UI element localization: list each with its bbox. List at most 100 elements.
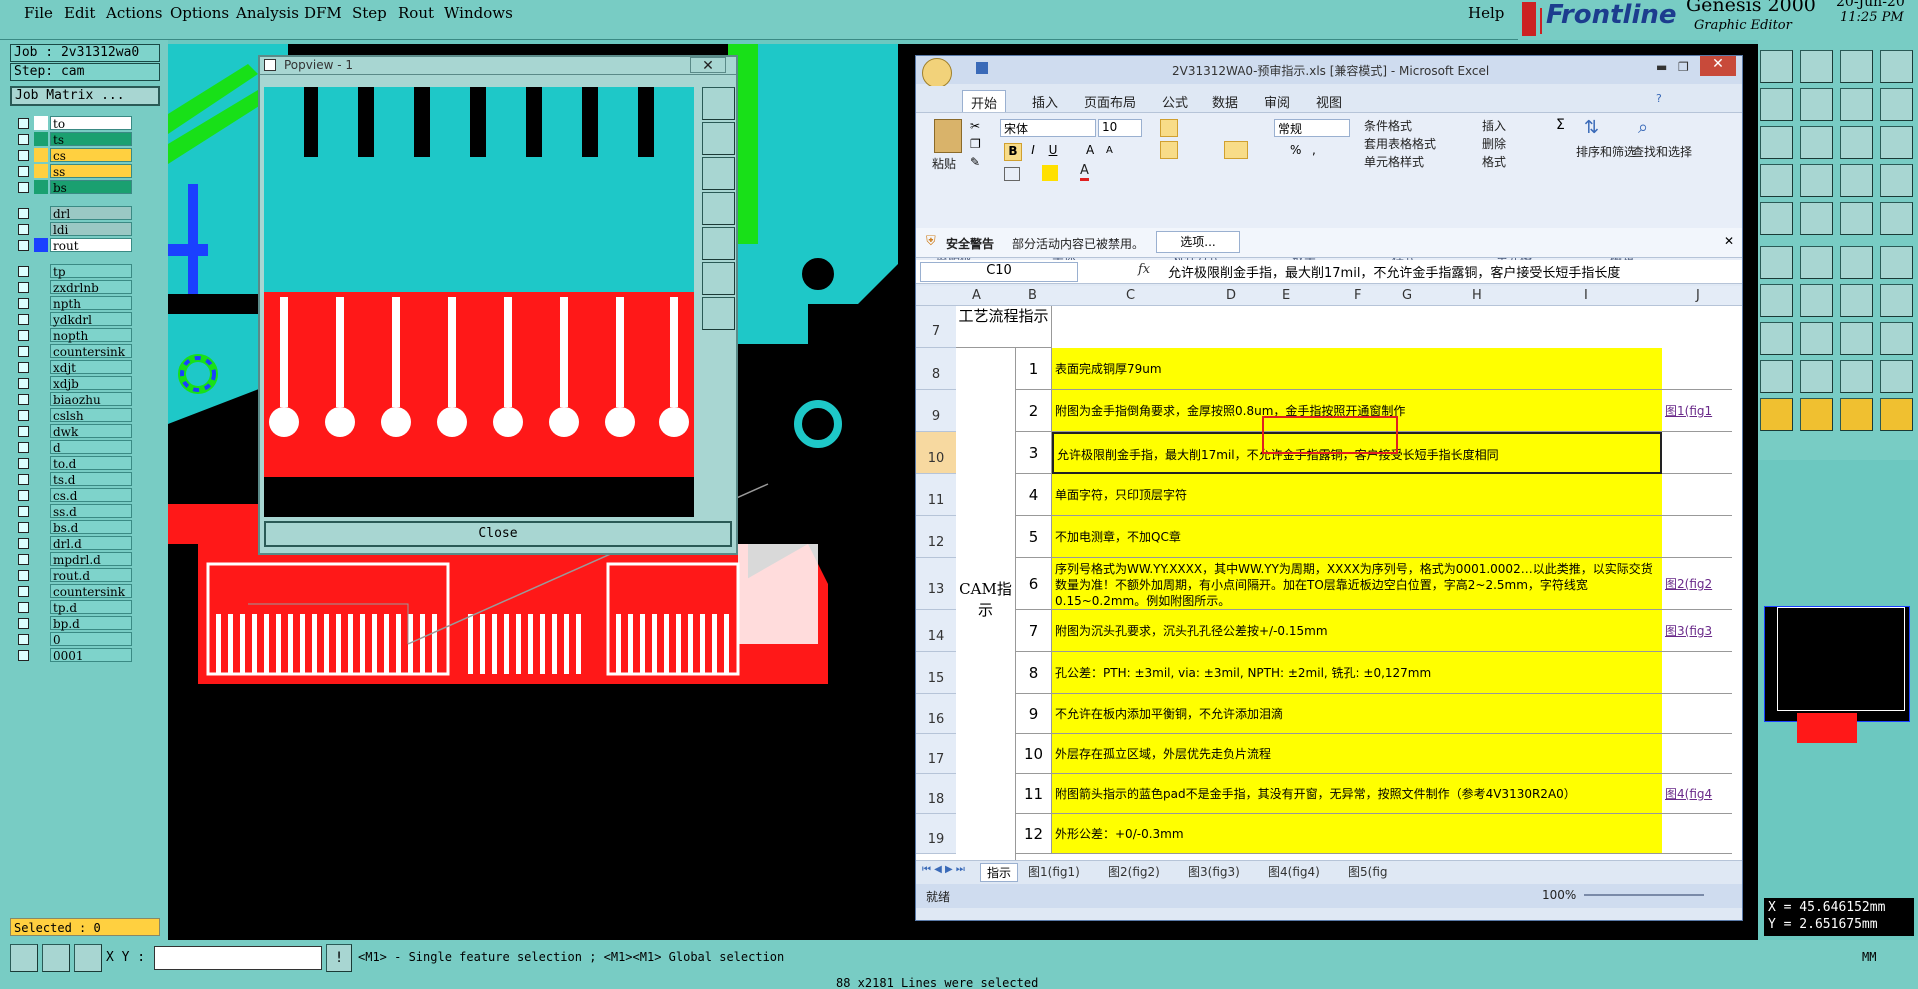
gear-icon[interactable]	[1760, 164, 1793, 197]
align-left-icon[interactable]	[1160, 141, 1178, 159]
name-box[interactable]: C10	[920, 262, 1078, 282]
pan-right-icon[interactable]	[702, 227, 735, 260]
layer-row[interactable]: d	[14, 440, 132, 455]
layer-row[interactable]: tp.d	[14, 600, 132, 615]
arc-icon[interactable]	[1880, 246, 1913, 279]
layer-row[interactable]: drl.d	[14, 536, 132, 551]
redo-icon[interactable]	[1840, 88, 1873, 121]
menu-options[interactable]: Options	[170, 4, 229, 22]
layer-checkbox[interactable]	[18, 150, 29, 161]
col-header-f[interactable]: F	[1354, 288, 1361, 303]
align-middle-icon[interactable]	[1180, 119, 1198, 137]
layer-checkbox[interactable]	[18, 602, 29, 613]
find-select-icon[interactable]: ⌕	[1638, 117, 1648, 138]
col-header-d[interactable]: D	[1226, 288, 1236, 303]
home-icon[interactable]	[1840, 50, 1873, 83]
center-icon[interactable]	[702, 262, 735, 295]
layer-checkbox[interactable]	[18, 282, 29, 293]
step-number-cell[interactable]: 8	[1016, 652, 1052, 694]
comma-icon[interactable]: ,	[1312, 143, 1316, 157]
layer-checkbox[interactable]	[18, 362, 29, 373]
menu-dfm[interactable]: DFM	[304, 4, 342, 22]
job-matrix-button[interactable]: Job Matrix ...	[10, 86, 160, 106]
instruction-cell[interactable]: 序列号格式为WW.YY.XXXX，其中WW.YY为周期，XXXX为序列号，格式为…	[1052, 558, 1662, 610]
layer-row[interactable]: nopth	[14, 328, 132, 343]
pointer-icon[interactable]	[1760, 398, 1793, 431]
snap-icon[interactable]	[10, 944, 38, 972]
underline-icon[interactable]: U	[1044, 143, 1062, 157]
move-icon[interactable]	[1880, 398, 1913, 431]
menu-help[interactable]: Help	[1468, 4, 1504, 22]
step-number-cell[interactable]: 9	[1016, 694, 1052, 734]
layer-checkbox[interactable]	[18, 378, 29, 389]
figure-link-cell[interactable]	[1662, 432, 1732, 474]
layer-checkbox[interactable]	[18, 182, 29, 193]
row-header[interactable]: 8	[916, 348, 956, 390]
format-as-table-button[interactable]: 套用表格格式	[1364, 135, 1436, 152]
col-header-j[interactable]: J	[1696, 288, 1700, 303]
grid-icon[interactable]	[74, 944, 102, 972]
row-header-7[interactable]: 7	[916, 306, 956, 348]
zoom-in-icon[interactable]	[702, 122, 735, 155]
layer-checkbox[interactable]	[18, 240, 29, 251]
layer-row[interactable]: ydkdrl	[14, 312, 132, 327]
close-icon[interactable]: ✕	[690, 57, 726, 74]
restore-icon[interactable]: ❐	[1678, 60, 1689, 74]
angle-icon[interactable]	[1760, 284, 1793, 317]
layer-row[interactable]: countersink	[14, 584, 132, 599]
instruction-cell[interactable]: 附图为沉头孔要求，沉头孔孔径公差按+/-0.15mm	[1052, 610, 1662, 652]
layer-checkbox[interactable]	[18, 134, 29, 145]
pan-left-icon[interactable]	[702, 192, 735, 225]
layer-row[interactable]: rout	[14, 238, 132, 253]
route-icon[interactable]	[1840, 322, 1873, 355]
layer-checkbox[interactable]	[18, 166, 29, 177]
rotate-icon[interactable]	[1840, 284, 1873, 317]
popview-close-button[interactable]: Close	[264, 521, 732, 547]
instruction-cell[interactable]: 孔公差：PTH: ±3mil, via: ±3mil, NPTH: ±2mil,…	[1052, 652, 1662, 694]
layer-row[interactable]: ldi	[14, 222, 132, 237]
instruction-cell[interactable]: 单面字符，只印顶层字符	[1052, 474, 1662, 516]
sheet-tab-4[interactable]: 图4(fig4)	[1268, 863, 1320, 880]
tab-insert[interactable]: 插入	[1032, 92, 1058, 111]
format-painter-icon[interactable]: ✎	[970, 155, 980, 169]
layer-row[interactable]: 0001	[14, 648, 132, 663]
step-number-cell[interactable]: 5	[1016, 516, 1052, 558]
worksheet-grid[interactable]: A B C D E F G H I J 7 工艺流程指示 CAM指示 8 1 表面完…	[916, 286, 1742, 860]
layer-checkbox[interactable]	[18, 506, 29, 517]
step-number-cell[interactable]: 4	[1016, 474, 1052, 516]
layer-checkbox[interactable]	[18, 330, 29, 341]
step-number-cell[interactable]: 11	[1016, 774, 1052, 814]
col-header-i[interactable]: I	[1584, 288, 1588, 303]
move-icon[interactable]	[702, 297, 735, 330]
sheet-tab-0[interactable]: 指示	[980, 863, 1019, 882]
layer-checkbox[interactable]	[18, 490, 29, 501]
instruction-cell[interactable]: 表面完成铜厚79um	[1052, 348, 1662, 390]
layer-row[interactable]: ts.d	[14, 472, 132, 487]
col-header-h[interactable]: H	[1472, 288, 1482, 303]
help-icon[interactable]	[1880, 126, 1913, 159]
align-center-icon[interactable]	[1180, 141, 1198, 159]
tab-formulas[interactable]: 公式	[1162, 92, 1188, 111]
col-header-c[interactable]: C	[1126, 288, 1135, 303]
window-menu-icon[interactable]	[264, 59, 276, 71]
step-number-cell[interactable]: 12	[1016, 814, 1052, 854]
sheet-tab-1[interactable]: 图1(fig1)	[1028, 863, 1080, 880]
zoom-fit-icon[interactable]	[702, 87, 735, 120]
italic-icon[interactable]: I	[1024, 143, 1042, 157]
layer-row[interactable]: 0	[14, 632, 132, 647]
decrease-font-icon[interactable]: A	[1106, 145, 1113, 156]
layer-checkbox[interactable]	[18, 394, 29, 405]
delete-cells-button[interactable]: 删除	[1482, 135, 1506, 152]
zoom-in-icon[interactable]	[1760, 88, 1793, 121]
layer-checkbox[interactable]	[18, 458, 29, 469]
sheet-nav-icon[interactable]: ⏮ ◀ ▶ ⏭	[922, 864, 965, 875]
insert-cells-button[interactable]: 插入	[1482, 117, 1506, 134]
figure-link-cell[interactable]	[1662, 652, 1732, 694]
percent-icon[interactable]: %	[1290, 143, 1301, 157]
font-name-select[interactable]: 宋体	[1000, 119, 1096, 137]
figure-link-cell[interactable]: 图2(fig2	[1662, 558, 1732, 610]
arrow-icon[interactable]	[1800, 360, 1833, 393]
layer-checkbox[interactable]	[18, 426, 29, 437]
save-icon[interactable]	[976, 62, 988, 74]
layer-row[interactable]: drl	[14, 206, 132, 221]
